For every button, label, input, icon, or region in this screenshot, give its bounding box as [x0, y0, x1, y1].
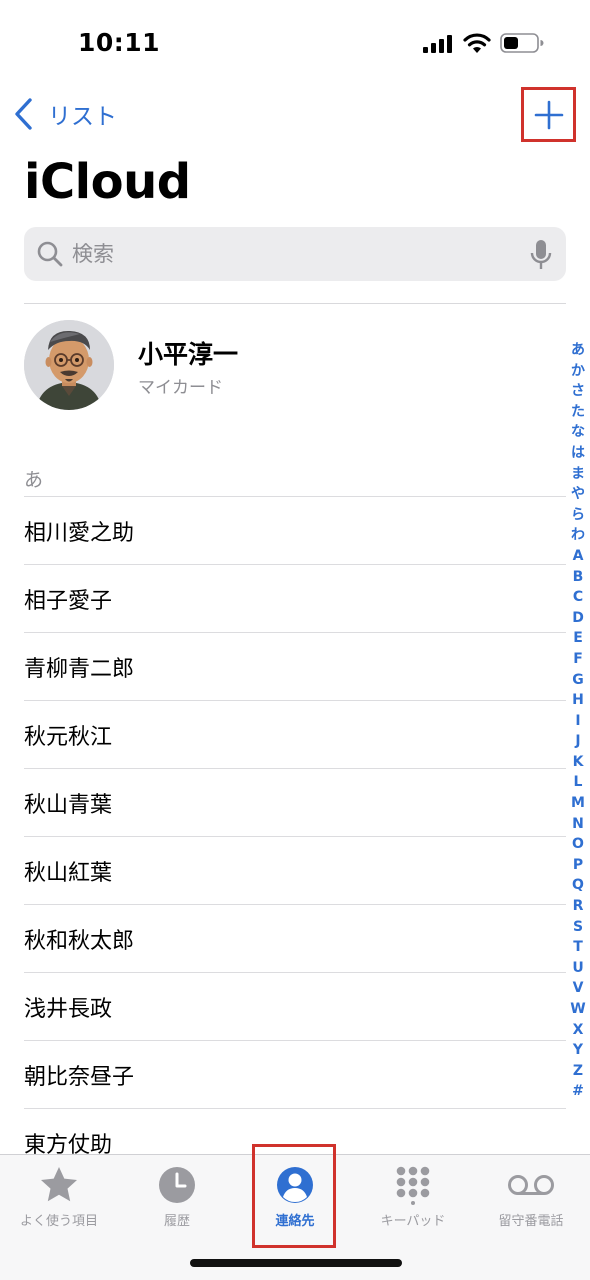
tab-label: キーパッド	[380, 1214, 446, 1229]
tab-contacts[interactable]: 連絡先	[236, 1155, 354, 1235]
index-letter[interactable]: V	[566, 978, 590, 999]
plus-icon	[534, 100, 563, 129]
contact-name: 秋山青葉	[24, 792, 113, 818]
star-icon	[41, 1167, 77, 1202]
index-letter[interactable]: #	[566, 1081, 590, 1102]
memoji-avatar-icon	[24, 320, 114, 410]
contact-name: 秋元秋江	[24, 724, 113, 750]
tab-favorites[interactable]: よく使う項目	[0, 1155, 118, 1235]
index-letter[interactable]: J	[566, 731, 590, 752]
my-card[interactable]: 小平淳一 マイカード	[24, 318, 544, 412]
index-letter[interactable]: L	[566, 772, 590, 793]
add-contact-button[interactable]	[521, 87, 576, 142]
contact-row[interactable]: 浅井長政	[24, 972, 566, 1040]
contact-row[interactable]: 青柳青二郎	[24, 632, 566, 700]
index-letter[interactable]: D	[566, 608, 590, 629]
contact-row[interactable]: 秋山青葉	[24, 768, 566, 836]
person-circle-icon	[277, 1167, 313, 1203]
index-letter[interactable]: C	[566, 587, 590, 608]
voicemail-icon	[508, 1175, 554, 1195]
tab-keypad[interactable]: キーパッド	[354, 1155, 472, 1235]
battery-icon	[500, 33, 544, 53]
index-letter[interactable]: は	[566, 443, 590, 464]
back-label: リスト	[48, 104, 117, 130]
contact-name: 浅井長政	[24, 996, 113, 1022]
my-card-name: 小平淳一	[138, 340, 239, 369]
index-letter[interactable]: G	[566, 670, 590, 691]
index-letter[interactable]: ま	[566, 464, 590, 485]
index-letter[interactable]: さ	[566, 381, 590, 402]
section-index[interactable]: あ か さ た な は ま や ら わ A B C D E F G H I J …	[566, 340, 590, 1102]
index-letter[interactable]: S	[566, 917, 590, 938]
microphone-icon[interactable]	[530, 239, 552, 271]
contact-row[interactable]: 朝比奈昼子	[24, 1040, 566, 1108]
contact-name: 青柳青二郎	[24, 656, 135, 682]
contact-row[interactable]: 相子愛子	[24, 564, 566, 632]
search-field[interactable]	[24, 227, 566, 281]
section-header: あ	[24, 469, 44, 491]
status-time: 10:11	[78, 28, 161, 57]
index-letter[interactable]: B	[566, 567, 590, 588]
divider	[24, 303, 566, 304]
index-letter[interactable]: P	[566, 855, 590, 876]
contact-row[interactable]: 秋元秋江	[24, 700, 566, 768]
index-letter[interactable]: N	[566, 814, 590, 835]
keypad-icon	[396, 1166, 430, 1205]
tab-label: 連絡先	[275, 1214, 315, 1229]
index-letter[interactable]: M	[566, 793, 590, 814]
cellular-signal-icon	[423, 35, 452, 53]
index-letter[interactable]: O	[566, 834, 590, 855]
index-letter[interactable]: H	[566, 690, 590, 711]
contact-row[interactable]: 秋山紅葉	[24, 836, 566, 904]
contact-row[interactable]: 相川愛之助	[24, 496, 566, 564]
index-letter[interactable]: Y	[566, 1040, 590, 1061]
contact-name: 相川愛之助	[24, 520, 135, 546]
contact-name: 朝比奈昼子	[24, 1064, 135, 1090]
contact-name: 秋山紅葉	[24, 860, 113, 886]
tab-recents[interactable]: 履歴	[118, 1155, 236, 1235]
tab-voicemail[interactable]: 留守番電話	[472, 1155, 590, 1235]
index-letter[interactable]: か	[566, 361, 590, 382]
clock-icon	[159, 1167, 195, 1203]
index-letter[interactable]: Z	[566, 1061, 590, 1082]
contact-list: 相川愛之助 相子愛子 青柳青二郎 秋元秋江 秋山青葉 秋山紅葉 秋和秋太郎 浅井…	[24, 496, 566, 1176]
page-title: iCloud	[24, 154, 191, 210]
back-button[interactable]: リスト	[12, 92, 117, 136]
contact-row[interactable]: 秋和秋太郎	[24, 904, 566, 972]
search-input[interactable]	[72, 234, 492, 274]
index-letter[interactable]: I	[566, 711, 590, 732]
home-indicator	[190, 1259, 402, 1267]
index-letter[interactable]: た	[566, 402, 590, 423]
index-letter[interactable]: わ	[566, 525, 590, 546]
contact-name: 秋和秋太郎	[24, 928, 135, 954]
index-letter[interactable]: U	[566, 958, 590, 979]
index-letter[interactable]: W	[566, 999, 590, 1020]
index-letter[interactable]: F	[566, 649, 590, 670]
chevron-left-icon	[15, 98, 32, 130]
index-letter[interactable]: や	[566, 484, 590, 505]
index-letter[interactable]: Q	[566, 875, 590, 896]
index-letter[interactable]: X	[566, 1020, 590, 1041]
index-letter[interactable]: A	[566, 546, 590, 567]
index-letter[interactable]: ら	[566, 505, 590, 526]
search-icon	[37, 241, 63, 267]
contact-name: 相子愛子	[24, 588, 113, 614]
tab-label: 留守番電話	[498, 1214, 564, 1229]
tab-label: 履歴	[163, 1214, 190, 1229]
index-letter[interactable]: あ	[566, 340, 590, 361]
my-card-label: マイカード	[138, 378, 223, 398]
index-letter[interactable]: K	[566, 752, 590, 773]
status-bar: 10:11	[0, 0, 590, 80]
wifi-icon	[463, 33, 491, 53]
tab-label: よく使う項目	[19, 1214, 98, 1229]
index-letter[interactable]: R	[566, 896, 590, 917]
index-letter[interactable]: な	[566, 422, 590, 443]
index-letter[interactable]: E	[566, 628, 590, 649]
avatar	[24, 320, 114, 410]
index-letter[interactable]: T	[566, 937, 590, 958]
